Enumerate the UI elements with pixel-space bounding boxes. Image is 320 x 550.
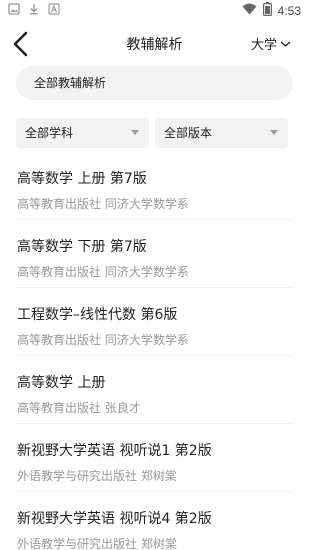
education-level-label: 大学 — [250, 38, 277, 53]
list-item[interactable]: 高等数学 下册 第7版 高等教育出版社 同济大学数学系 — [16, 220, 293, 288]
book-list: 高等数学 上册 第7版 高等教育出版社 同济大学数学系 高等数学 下册 第7版 … — [0, 152, 309, 550]
caret-down-icon — [270, 130, 278, 135]
book-publisher-author: 外语教学与研究出版社 郑树棠 — [17, 537, 177, 550]
book-publisher-author: 高等教育出版社 张良才 — [17, 401, 141, 415]
list-item[interactable]: 工程数学–线性代数 第6版 高等教育出版社 同济大学数学系 — [16, 288, 293, 356]
list-item[interactable]: 新视野大学英语 视听说4 第2版 外语教学与研究出版社 郑树棠 — [16, 492, 293, 550]
wifi-icon — [242, 3, 257, 19]
chevron-down-icon — [280, 41, 291, 47]
all-materials-selector[interactable]: 全部教辅解析 — [16, 66, 293, 100]
download-icon — [28, 3, 40, 19]
list-item[interactable]: 高等数学 上册 高等教育出版社 张良才 — [16, 356, 293, 424]
status-bar: 4:53 — [0, 0, 309, 20]
book-title: 高等数学 上册 第7版 — [17, 171, 147, 187]
status-time: 4:53 — [277, 4, 301, 18]
book-title: 高等数学 下册 第7版 — [17, 239, 147, 255]
battery-icon — [262, 2, 272, 20]
list-item[interactable]: 高等数学 上册 第7版 高等教育出版社 同济大学数学系 — [16, 152, 293, 220]
a-box-icon — [48, 3, 60, 19]
book-title: 新视野大学英语 视听说4 第2版 — [17, 511, 212, 527]
image-icon — [8, 3, 20, 19]
book-title: 新视野大学英语 视听说1 第2版 — [17, 443, 212, 459]
top-app-bar: 教辅解析 大学 — [0, 22, 309, 66]
status-left-icons — [8, 3, 60, 19]
edition-filter-label: 全部版本 — [164, 126, 213, 140]
book-publisher-author: 高等教育出版社 同济大学数学系 — [17, 197, 189, 211]
book-publisher-author: 外语教学与研究出版社 郑树棠 — [17, 469, 177, 483]
book-title: 高等数学 上册 — [17, 375, 106, 391]
subject-filter-dropdown[interactable]: 全部学科 — [16, 118, 149, 148]
book-publisher-author: 高等教育出版社 同济大学数学系 — [17, 265, 189, 279]
education-level-selector[interactable]: 大学 — [251, 34, 291, 53]
caret-down-icon — [131, 130, 139, 135]
subject-filter-label: 全部学科 — [25, 126, 74, 140]
edition-filter-dropdown[interactable]: 全部版本 — [155, 118, 288, 148]
book-title: 工程数学–线性代数 第6版 — [17, 307, 178, 323]
list-item[interactable]: 新视野大学英语 视听说1 第2版 外语教学与研究出版社 郑树棠 — [16, 424, 293, 492]
book-publisher-author: 高等教育出版社 同济大学数学系 — [17, 333, 189, 347]
status-right-icons: 4:53 — [242, 2, 301, 20]
